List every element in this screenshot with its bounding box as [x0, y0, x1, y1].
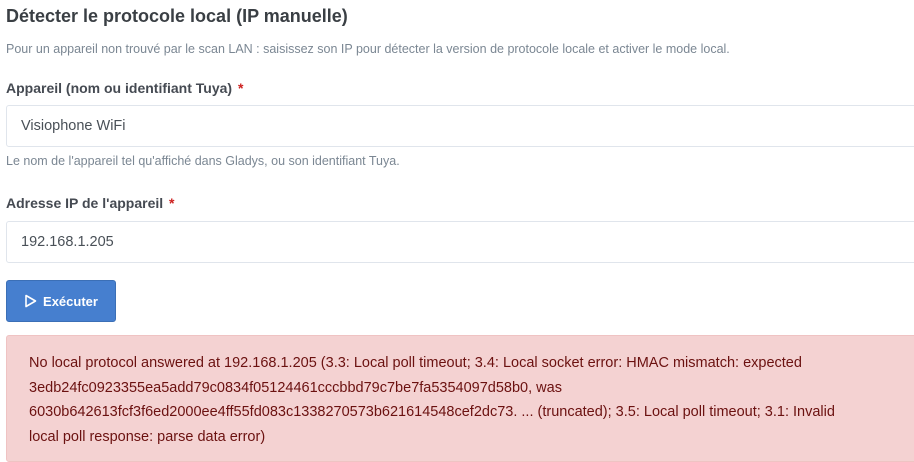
play-outline-icon: [24, 294, 37, 308]
error-alert-line: local poll response: parse data error): [29, 428, 266, 445]
ip-field-label-text: Adresse IP de l'appareil: [6, 195, 164, 211]
ip-field-label: Adresse IP de l'appareil *: [6, 195, 175, 211]
page-title: Détecter le protocole local (IP manuelle…: [6, 6, 348, 26]
error-alert-line: 3edb24fc0923355ea5add79c0834f05124461ccc…: [29, 379, 562, 396]
required-marker: *: [237, 80, 244, 96]
error-alert-text: No local protocol answered at 192.168.1.…: [29, 351, 909, 449]
execute-button-label: Exécuter: [43, 293, 98, 309]
device-input[interactable]: [6, 105, 914, 147]
ip-address-input[interactable]: [6, 221, 914, 263]
error-alert: No local protocol answered at 192.168.1.…: [6, 335, 914, 462]
error-alert-line: 6030b642613fcf3f6ed2000ee4ff55fd083c1338…: [29, 404, 835, 420]
device-field-label-text: Appareil (nom ou identifiant Tuya): [6, 80, 233, 96]
device-field-label: Appareil (nom ou identifiant Tuya) *: [6, 80, 243, 96]
error-alert-line: No local protocol answered at 192.168.1.…: [29, 355, 802, 371]
execute-button[interactable]: Exécuter: [6, 280, 116, 322]
page-description: Pour un appareil non trouvé par le scan …: [6, 42, 730, 56]
device-field-help: Le nom de l'appareil tel qu'affiché dans…: [6, 154, 400, 168]
required-marker: *: [169, 195, 175, 211]
